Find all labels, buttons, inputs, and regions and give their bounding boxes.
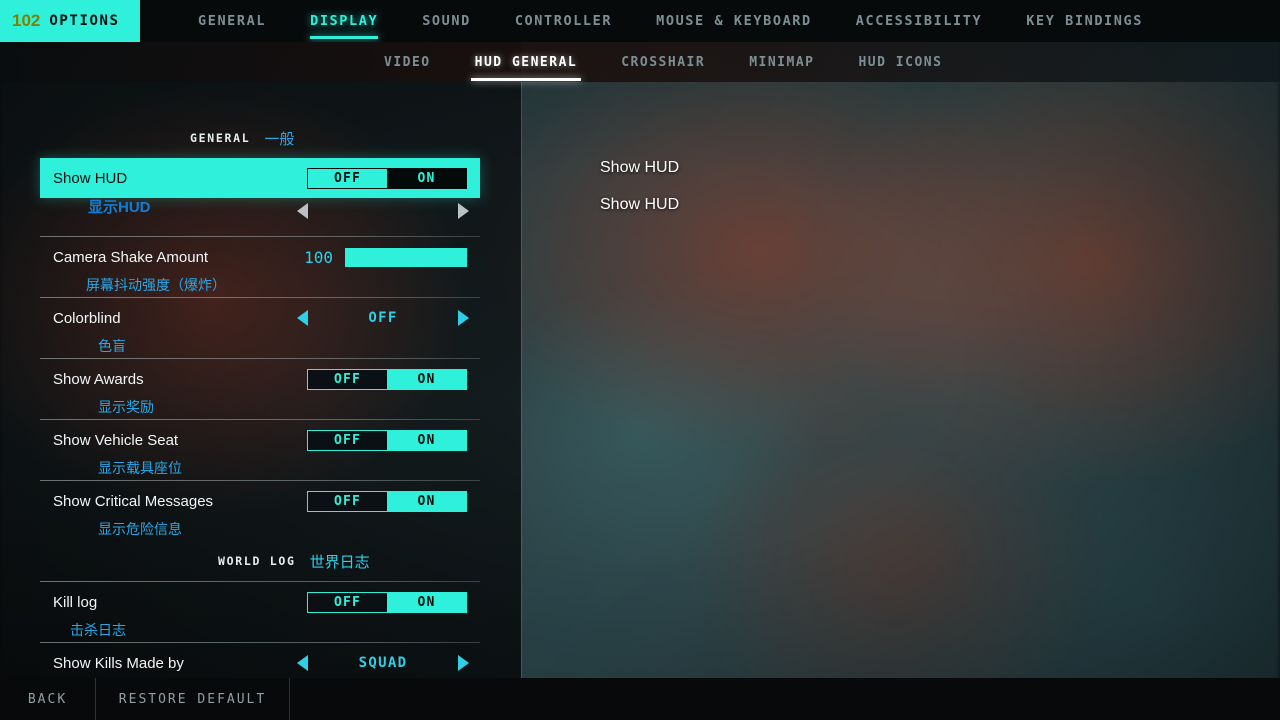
setting-row-show-critical-messages[interactable]: Show Critical Messages OFF ON bbox=[40, 481, 480, 521]
tab-key-bindings[interactable]: KEY BINDINGS bbox=[1004, 0, 1165, 42]
preview-text-line-1: Show HUD bbox=[600, 159, 680, 176]
setting-label-show-critical-messages: Show Critical Messages bbox=[53, 492, 214, 510]
toggle-show-hud-off[interactable]: OFF bbox=[308, 168, 387, 188]
setting-label-show-vehicle-seat: Show Vehicle Seat bbox=[53, 431, 179, 449]
options-badge-label: OPTIONS bbox=[49, 13, 120, 29]
setting-value-colorblind: OFF bbox=[368, 310, 398, 326]
toggle-show-vehicle-seat-off[interactable]: OFF bbox=[308, 430, 387, 450]
toggle-show-awards[interactable]: OFF ON bbox=[307, 368, 467, 390]
stepper-show-hud bbox=[297, 200, 469, 222]
slider-fill-camera-shake bbox=[346, 248, 466, 266]
toggle-show-hud[interactable]: OFF ON bbox=[307, 167, 467, 189]
subtab-hud-general[interactable]: HUD GENERAL bbox=[453, 42, 600, 82]
toggle-show-critical-messages-off[interactable]: OFF bbox=[308, 491, 387, 511]
tab-mouse-keyboard[interactable]: MOUSE & KEYBOARD bbox=[634, 0, 834, 42]
subtab-minimap[interactable]: MINIMAP bbox=[727, 42, 836, 82]
setting-label-cn-show-critical-messages: 显示危险信息 bbox=[98, 521, 182, 537]
tab-controller[interactable]: CONTROLLER bbox=[493, 0, 634, 42]
tab-general[interactable]: GENERAL bbox=[176, 0, 288, 42]
setting-row-show-awards[interactable]: Show Awards OFF ON bbox=[40, 359, 480, 399]
setting-label-show-hud: Show HUD bbox=[53, 169, 128, 187]
section-header-world-log-label: WORLD LOG bbox=[218, 554, 296, 568]
toggle-kill-log-on[interactable]: ON bbox=[387, 592, 466, 612]
hud-preview-panel: Show HUD Show HUD bbox=[521, 82, 1280, 678]
setting-label-cn-camera-shake: 屏幕抖动强度（爆炸） bbox=[86, 277, 226, 293]
setting-row-colorblind[interactable]: Colorblind OFF bbox=[40, 298, 480, 338]
arrow-left-icon[interactable] bbox=[297, 655, 308, 671]
stepper-colorblind[interactable]: OFF bbox=[297, 307, 469, 329]
setting-label-show-awards: Show Awards bbox=[53, 370, 144, 388]
arrow-right-icon[interactable] bbox=[458, 203, 469, 219]
options-badge: 102 OPTIONS bbox=[0, 0, 140, 42]
setting-label-kill-log: Kill log bbox=[53, 593, 98, 611]
options-screen: 102 OPTIONS GENERAL DISPLAY SOUND CONTRO… bbox=[0, 0, 1280, 720]
setting-label-colorblind: Colorblind bbox=[53, 309, 121, 327]
setting-row-camera-shake[interactable]: Camera Shake Amount 100 bbox=[40, 237, 480, 277]
slider-track-camera-shake[interactable] bbox=[345, 247, 467, 267]
setting-sub-camera-shake: 屏幕抖动强度（爆炸） bbox=[40, 277, 480, 297]
arrow-left-icon[interactable] bbox=[297, 203, 308, 219]
setting-sub-kill-log: 击杀日志 bbox=[40, 622, 480, 642]
toggle-show-vehicle-seat-on[interactable]: ON bbox=[387, 430, 466, 450]
setting-value-show-kills-made-by: SQUAD bbox=[358, 655, 408, 671]
slider-value-camera-shake: 100 bbox=[304, 247, 333, 267]
toggle-show-critical-messages[interactable]: OFF ON bbox=[307, 490, 467, 512]
options-badge-number: 102 bbox=[12, 11, 41, 30]
subtab-hud-icons[interactable]: HUD ICONS bbox=[836, 42, 964, 82]
tab-sound[interactable]: SOUND bbox=[400, 0, 493, 42]
toggle-kill-log-off[interactable]: OFF bbox=[308, 592, 387, 612]
setting-row-kill-log[interactable]: Kill log OFF ON bbox=[40, 582, 480, 622]
section-header-world-log: WORLD LOG 世界日志 bbox=[40, 541, 480, 581]
setting-label-cn-show-awards: 显示奖励 bbox=[98, 399, 154, 415]
bottom-bar-spacer bbox=[290, 678, 1280, 720]
settings-list: GENERAL 一般 Show HUD OFF ON 显示HUD Camera … bbox=[40, 118, 480, 704]
slider-camera-shake[interactable]: 100 bbox=[299, 247, 467, 267]
arrow-right-icon[interactable] bbox=[458, 655, 469, 671]
setting-row-show-kills-made-by[interactable]: Show Kills Made by SQUAD bbox=[40, 643, 480, 683]
tab-accessibility[interactable]: ACCESSIBILITY bbox=[834, 0, 1004, 42]
setting-sub-colorblind: 色盲 bbox=[40, 338, 480, 358]
toggle-show-awards-on[interactable]: ON bbox=[387, 369, 466, 389]
setting-sub-show-vehicle-seat: 显示载具座位 bbox=[40, 460, 480, 480]
subtab-video[interactable]: VIDEO bbox=[362, 42, 453, 82]
section-header-general-label-cn: 一般 bbox=[264, 130, 295, 148]
toggle-show-vehicle-seat[interactable]: OFF ON bbox=[307, 429, 467, 451]
section-header-general-label: GENERAL bbox=[190, 131, 251, 145]
setting-row-show-hud[interactable]: Show HUD OFF ON bbox=[40, 158, 480, 198]
section-header-world-log-label-cn: 世界日志 bbox=[309, 553, 370, 571]
setting-label-cn-show-hud: 显示HUD bbox=[88, 199, 151, 216]
sub-tab-list: VIDEO HUD GENERAL CROSSHAIR MINIMAP HUD … bbox=[0, 42, 1280, 82]
section-header-general: GENERAL 一般 bbox=[40, 118, 480, 158]
toggle-show-awards-off[interactable]: OFF bbox=[308, 369, 387, 389]
toggle-show-critical-messages-on[interactable]: ON bbox=[387, 491, 466, 511]
main-tab-list: GENERAL DISPLAY SOUND CONTROLLER MOUSE &… bbox=[140, 0, 1280, 42]
subtab-crosshair[interactable]: CROSSHAIR bbox=[599, 42, 727, 82]
stepper-show-kills-made-by[interactable]: SQUAD bbox=[297, 652, 469, 674]
setting-label-cn-show-vehicle-seat: 显示载具座位 bbox=[98, 460, 182, 476]
setting-sub-show-critical-messages: 显示危险信息 bbox=[40, 521, 480, 541]
preview-divider bbox=[521, 82, 522, 678]
setting-row-show-vehicle-seat[interactable]: Show Vehicle Seat OFF ON bbox=[40, 420, 480, 460]
setting-label-camera-shake: Camera Shake Amount bbox=[53, 248, 209, 266]
toggle-show-hud-on[interactable]: ON bbox=[387, 168, 466, 188]
preview-text-line-2: Show HUD bbox=[600, 196, 680, 213]
setting-label-show-kills-made-by: Show Kills Made by bbox=[53, 654, 184, 672]
bottom-action-bar: BACK RESTORE DEFAULT bbox=[0, 678, 1280, 720]
restore-default-button[interactable]: RESTORE DEFAULT bbox=[96, 678, 290, 720]
tab-display[interactable]: DISPLAY bbox=[288, 0, 400, 42]
setting-sub-show-hud: 显示HUD bbox=[40, 198, 480, 236]
arrow-right-icon[interactable] bbox=[458, 310, 469, 326]
setting-label-cn-kill-log: 击杀日志 bbox=[70, 622, 126, 638]
back-button[interactable]: BACK bbox=[0, 678, 96, 720]
setting-label-cn-colorblind: 色盲 bbox=[98, 338, 126, 354]
toggle-kill-log[interactable]: OFF ON bbox=[307, 591, 467, 613]
top-navigation-bar: 102 OPTIONS GENERAL DISPLAY SOUND CONTRO… bbox=[0, 0, 1280, 42]
arrow-left-icon[interactable] bbox=[297, 310, 308, 326]
setting-sub-show-awards: 显示奖励 bbox=[40, 399, 480, 419]
